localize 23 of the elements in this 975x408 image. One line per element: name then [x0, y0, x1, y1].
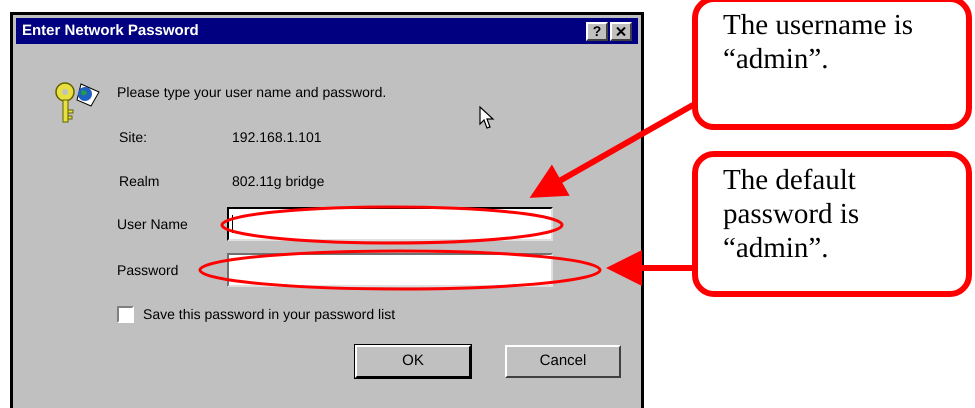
- info-label: Site:: [118, 128, 148, 146]
- callout-text: “admin”.: [723, 231, 828, 265]
- prompt-text: Please type your user name and password.: [117, 83, 388, 102]
- checkbox-label: Save this password in your password list: [143, 305, 396, 324]
- field-label: User Name: [117, 214, 189, 234]
- close-button[interactable]: [610, 22, 632, 40]
- callout-text: The default: [723, 163, 856, 197]
- callout-text: password is: [723, 197, 860, 231]
- dialog-button[interactable]: OK: [355, 345, 471, 378]
- text-caret: [232, 215, 233, 233]
- field-label: Password: [117, 260, 180, 280]
- window-title: Enter Network Password: [22, 20, 199, 41]
- checkbox[interactable]: [117, 306, 134, 323]
- callout-text: “admin”.: [723, 42, 828, 76]
- close-icon: [616, 26, 626, 36]
- help-button[interactable]: ?: [586, 22, 608, 40]
- text-field[interactable]: [227, 253, 553, 287]
- mouse-pointer-icon: [479, 106, 495, 130]
- info-label: Realm: [118, 172, 160, 190]
- callout-text: The username is: [723, 8, 914, 42]
- dialog-button[interactable]: Cancel: [505, 345, 621, 378]
- info-value: 802.11g bridge: [232, 172, 324, 191]
- info-value: 192.168.1.101: [232, 128, 322, 146]
